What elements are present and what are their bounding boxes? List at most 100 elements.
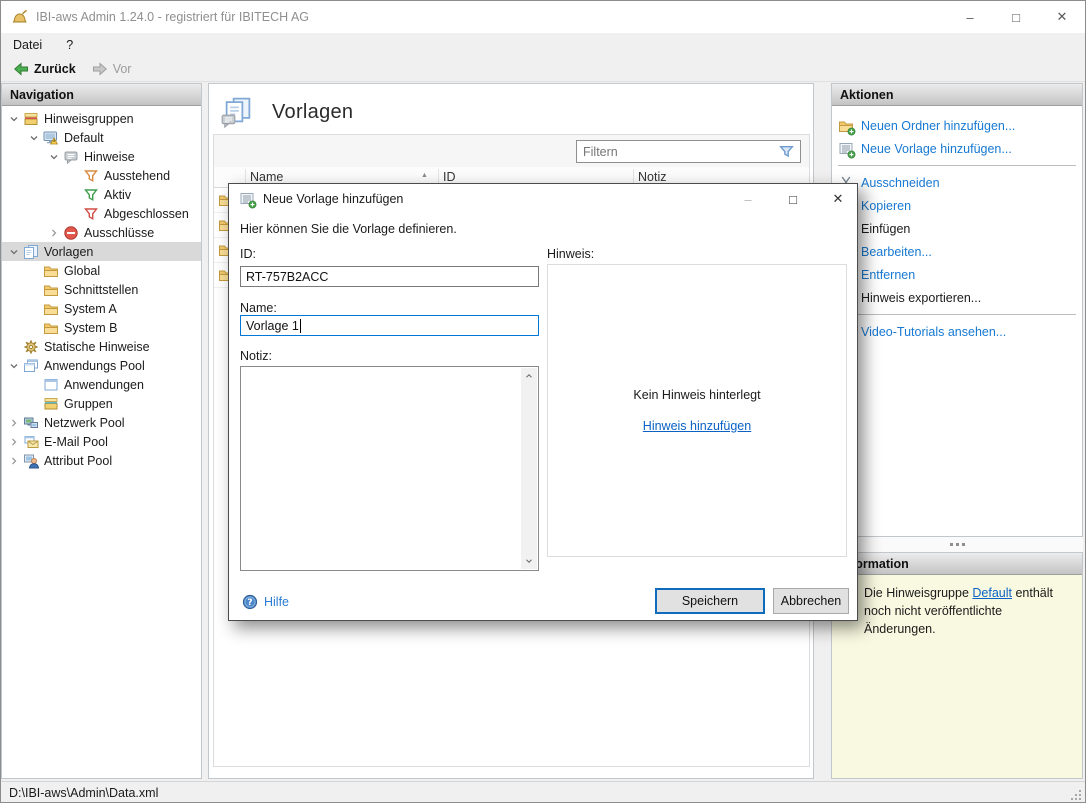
navigation-tree: HinweisgruppenDefaultHinweiseAusstehendA… (2, 106, 201, 470)
maximize-button[interactable]: □ (993, 1, 1039, 33)
page-plus-icon (239, 191, 255, 207)
nav-item-hinweise[interactable]: Hinweise (2, 147, 201, 166)
action-entfernen[interactable]: Entfernen (832, 263, 1082, 286)
note-label: Notiz: (240, 349, 272, 363)
menu-datei[interactable]: Datei (1, 38, 54, 52)
nav-item-label: System A (64, 302, 117, 316)
chevron-right-icon[interactable] (8, 455, 20, 467)
toolbar: Zurück Vor (1, 57, 1085, 82)
folder-icon (43, 301, 59, 317)
action-video-tutorials-ansehen[interactable]: Video-Tutorials ansehen... (832, 320, 1082, 343)
funnel-red-icon (83, 206, 99, 222)
chevron-right-icon[interactable] (48, 227, 60, 239)
nav-item-hinweisgruppen[interactable]: Hinweisgruppen (2, 109, 201, 128)
nav-item-default[interactable]: Default (2, 128, 201, 147)
nav-item-anwendungs-pool[interactable]: Anwendungs Pool (2, 356, 201, 375)
name-field[interactable]: Vorlage 1 (240, 315, 539, 336)
nav-item-anwendungen[interactable]: Anwendungen (2, 375, 201, 394)
window-title: IBI-aws Admin 1.24.0 - registriert für I… (36, 10, 309, 24)
resize-grip-icon[interactable] (1070, 789, 1082, 801)
app-logo-icon (11, 9, 28, 26)
dialog-close-button[interactable]: ✕ (829, 191, 847, 207)
default-group-link[interactable]: Default (972, 586, 1012, 600)
nav-item-ausstehend[interactable]: Ausstehend (2, 166, 201, 185)
note-field[interactable] (240, 366, 539, 571)
funnel-green-icon (83, 187, 99, 203)
nav-item-statische-hinweise[interactable]: Statische Hinweise (2, 337, 201, 356)
cancel-button[interactable]: Abbrechen (773, 588, 849, 614)
nav-item-label: Netzwerk Pool (44, 416, 125, 430)
dialog-title-bar: Neue Vorlage hinzufügen – □ ✕ (229, 184, 857, 214)
column-header-name[interactable]: Name (250, 170, 283, 184)
monitor-warn-icon (43, 130, 59, 146)
id-field[interactable] (240, 266, 539, 287)
minimize-button[interactable]: – (947, 1, 993, 33)
person-icon (23, 453, 39, 469)
dialog-title: Neue Vorlage hinzufügen (263, 192, 403, 206)
folder-icon (43, 282, 59, 298)
chevron-right-icon[interactable] (8, 436, 20, 448)
nav-item-e-mail-pool[interactable]: E-Mail Pool (2, 432, 201, 451)
nav-item-schnittstellen[interactable]: Schnittstellen (2, 280, 201, 299)
chevron-down-icon[interactable] (48, 151, 60, 163)
action-neue-vorlage-hinzuf-gen[interactable]: Neue Vorlage hinzufügen... (832, 137, 1082, 160)
funnel-orange-icon (83, 168, 99, 184)
chevron-down-icon[interactable] (8, 360, 20, 372)
text-caret (300, 319, 301, 333)
nav-item-vorlagen[interactable]: Vorlagen (2, 242, 201, 261)
forward-arrow-icon (92, 61, 108, 77)
note-scrollbar[interactable] (521, 368, 537, 569)
window-icon (43, 377, 59, 393)
action-label: Entfernen (861, 268, 915, 282)
menu-help[interactable]: ? (54, 38, 85, 52)
chevron-down-icon[interactable] (8, 113, 20, 125)
vorlagen-page-icon (222, 96, 252, 128)
forward-button: Vor (86, 58, 138, 80)
chevron-right-icon[interactable] (8, 417, 20, 429)
nav-item-global[interactable]: Global (2, 261, 201, 280)
scroll-up-icon[interactable] (524, 371, 534, 381)
nav-item-gruppen[interactable]: Gruppen (2, 394, 201, 413)
nav-item-label: Attribut Pool (44, 454, 112, 468)
information-header: Information (832, 553, 1082, 575)
hint-empty-text: Kein Hinweis hinterlegt (633, 388, 760, 402)
nav-item-label: E-Mail Pool (44, 435, 108, 449)
action-kopieren[interactable]: Kopieren (832, 194, 1082, 217)
dialog-maximize-button[interactable]: □ (784, 192, 802, 207)
panel-splitter[interactable] (831, 537, 1083, 552)
nav-item-netzwerk-pool[interactable]: Netzwerk Pool (2, 413, 201, 432)
nav-item-abgeschlossen[interactable]: Abgeschlossen (2, 204, 201, 223)
dialog-minimize-button: – (739, 192, 757, 207)
network-icon (23, 415, 39, 431)
add-hint-link[interactable]: Hinweis hinzufügen (643, 419, 751, 433)
separator (838, 314, 1076, 315)
nav-item-label: Anwendungs Pool (44, 359, 145, 373)
chevron-down-icon[interactable] (8, 246, 20, 258)
column-header-id[interactable]: ID (443, 170, 456, 184)
nav-item-system-a[interactable]: System A (2, 299, 201, 318)
table-toolbar (214, 135, 809, 167)
nav-item-label: Statische Hinweise (44, 340, 150, 354)
save-button[interactable]: Speichern (655, 588, 765, 614)
action-bearbeiten[interactable]: Bearbeiten... (832, 240, 1082, 263)
action-ausschneiden[interactable]: Ausschneiden (832, 171, 1082, 194)
action-neuen-ordner-hinzuf-gen[interactable]: Neuen Ordner hinzufügen... (832, 114, 1082, 137)
folder-icon (43, 263, 59, 279)
chevron-down-icon[interactable] (28, 132, 40, 144)
nav-item-attribut-pool[interactable]: Attribut Pool (2, 451, 201, 470)
help-link[interactable]: Hilfe (242, 594, 289, 610)
actions-header: Aktionen (832, 84, 1082, 106)
nav-item-system-b[interactable]: System B (2, 318, 201, 337)
back-button[interactable]: Zurück (7, 58, 82, 80)
filter-funnel-icon[interactable] (778, 143, 795, 160)
scroll-down-icon[interactable] (524, 556, 534, 566)
close-button[interactable]: ✕ (1039, 1, 1085, 33)
action-label: Einfügen (861, 222, 910, 236)
actions-panel: Aktionen Neuen Ordner hinzufügen...Neue … (831, 83, 1083, 537)
stop-icon (63, 225, 79, 241)
column-header-notiz[interactable]: Notiz (638, 170, 666, 184)
nav-item-label: Gruppen (64, 397, 113, 411)
nav-item-aktiv[interactable]: Aktiv (2, 185, 201, 204)
nav-item-ausschl-sse[interactable]: Ausschlüsse (2, 223, 201, 242)
filter-input[interactable] (577, 145, 778, 159)
